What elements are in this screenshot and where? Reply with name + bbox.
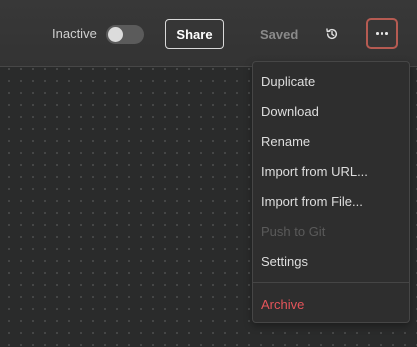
- menu-item-archive[interactable]: Archive: [261, 297, 304, 312]
- share-button[interactable]: Share: [165, 19, 224, 49]
- status-label: Inactive: [52, 26, 97, 41]
- options-menu: Duplicate Download Rename Import from UR…: [252, 61, 410, 323]
- history-button[interactable]: [322, 24, 342, 44]
- saved-status: Saved: [260, 27, 299, 42]
- menu-item-rename[interactable]: Rename: [261, 134, 310, 149]
- more-options-button[interactable]: [366, 18, 398, 49]
- menu-item-download[interactable]: Download: [261, 104, 319, 119]
- ellipsis-icon: [376, 32, 388, 35]
- top-bar: Inactive Share Saved: [0, 0, 417, 67]
- menu-item-duplicate[interactable]: Duplicate: [261, 74, 315, 89]
- menu-item-push-to-git: Push to Git: [261, 224, 326, 239]
- toggle-knob: [108, 27, 123, 42]
- menu-divider: [253, 282, 409, 283]
- menu-item-import-url[interactable]: Import from URL...: [261, 164, 368, 179]
- active-toggle[interactable]: [106, 25, 144, 44]
- menu-item-settings[interactable]: Settings: [261, 254, 308, 269]
- menu-item-import-file[interactable]: Import from File...: [261, 194, 363, 209]
- history-icon: [326, 28, 338, 40]
